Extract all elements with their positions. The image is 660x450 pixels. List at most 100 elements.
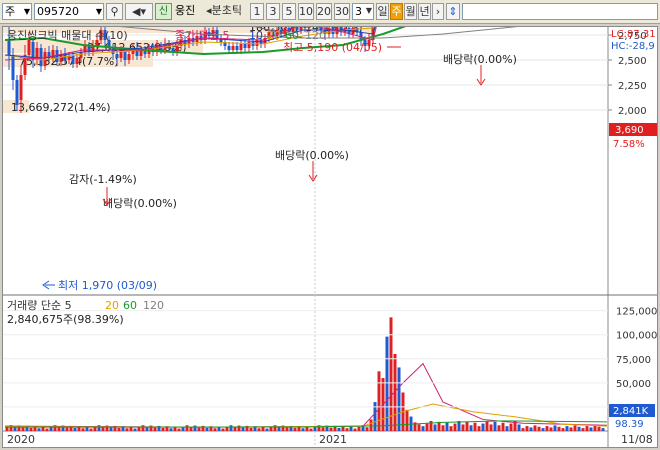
tick-tab-label: 분초틱: [211, 4, 242, 17]
candle-body: [111, 48, 115, 54]
stock-chart-svg: 132,433,698(13.5%)145,786,283(14.9%)289,…: [3, 0, 657, 447]
volume-bar: [221, 428, 225, 431]
volume-bar: [101, 427, 105, 431]
period-3[interactable]: 3: [266, 3, 280, 20]
volume-bar: [545, 426, 549, 431]
stock-chart: 132,433,698(13.5%)145,786,283(14.9%)289,…: [2, 0, 658, 448]
chevron-down-icon: ▼: [23, 7, 30, 16]
tick-tab[interactable]: ◂분초틱: [200, 3, 248, 20]
period-30[interactable]: 30: [334, 3, 350, 20]
volume-bar: [125, 428, 129, 431]
volume-bar: [473, 422, 477, 431]
volume-bar: [341, 426, 345, 431]
candle-body: [227, 46, 231, 50]
volume-bar: [377, 371, 381, 431]
candle-body: [243, 44, 247, 48]
candle-body: [175, 46, 179, 52]
candle-body: [127, 54, 131, 60]
volume-bar: [309, 428, 313, 431]
x-label-2020: 2020: [7, 433, 35, 446]
mode-month[interactable]: 월: [404, 3, 417, 20]
volume-bar: [273, 425, 277, 431]
mode-day[interactable]: 일: [376, 3, 389, 20]
vol-ma60-legend: 60: [123, 299, 137, 312]
volume-bar: [269, 426, 273, 431]
event-dividend-2: 배당락(0.00%): [275, 149, 349, 162]
candle-body: [123, 52, 127, 60]
speaker-button[interactable]: ◀▾: [125, 3, 153, 20]
candle-body: [71, 56, 75, 64]
lc-value: LC:87,31: [611, 29, 656, 40]
period-20[interactable]: 20: [316, 3, 332, 20]
volume-bar: [517, 424, 521, 431]
chevron-down-icon[interactable]: ▼: [364, 3, 374, 20]
vol-ma20-line: [4, 403, 608, 428]
volume-bar: [337, 427, 341, 431]
volume-bar: [213, 428, 217, 431]
company-name: 웅진: [173, 3, 199, 20]
volume-bar: [489, 424, 493, 431]
volume-bar: [569, 427, 573, 431]
volume-bar: [525, 426, 529, 431]
volume-bar: [21, 427, 25, 431]
volume-bar: [521, 428, 525, 431]
volume-bar: [533, 425, 537, 431]
volume-profile-label: 13,669,272(1.4%): [11, 101, 111, 114]
volume-bar: [405, 409, 409, 431]
volume-bar: [565, 426, 569, 431]
volume-bar: [369, 419, 373, 431]
volume-bar: [329, 427, 333, 431]
volume-bar: [549, 427, 553, 431]
volume-bar: [257, 428, 261, 431]
code-input[interactable]: 095720 ▼: [34, 3, 104, 20]
candle-body: [115, 54, 119, 58]
period-10[interactable]: 10: [298, 3, 314, 20]
volume-bar: [597, 426, 601, 431]
candle-body: [27, 40, 31, 55]
current-price: 3,690: [615, 125, 644, 136]
chevron-down-icon: ▼: [95, 7, 102, 16]
candle-body: [119, 52, 123, 58]
volume-bar: [285, 427, 289, 431]
volume-bar: [417, 424, 421, 431]
volume-bar: [29, 427, 33, 431]
memo-input[interactable]: [462, 3, 658, 20]
x-label-2021: 2021: [319, 433, 347, 446]
next-button[interactable]: ›: [432, 3, 444, 20]
candle-body: [231, 46, 235, 50]
volume-bar: [465, 421, 469, 431]
candle-body: [239, 44, 243, 50]
current-change: 7.58%: [613, 139, 645, 150]
volume-bar: [265, 428, 269, 431]
market-select[interactable]: 주 ▼: [2, 3, 32, 20]
volume-bar: [13, 427, 17, 431]
volume-bar: [237, 425, 241, 431]
volume-bar: [593, 425, 597, 431]
candle-body: [307, 20, 311, 28]
volume-bar: [233, 427, 237, 431]
volume-bar: [57, 427, 61, 431]
volume-bar: [453, 423, 457, 431]
price-panel-title: 웅진씽크빅 매물대 수(10): [7, 29, 128, 42]
code-value: 095720: [37, 5, 79, 18]
candle-body: [247, 42, 251, 48]
candle-body: [43, 52, 47, 66]
volume-bar: [481, 423, 485, 431]
ma20-legend: 20: [267, 29, 281, 42]
period-1[interactable]: 1: [250, 3, 264, 20]
mode-year[interactable]: 년: [418, 3, 431, 20]
volume-tick-label: 75,000: [616, 355, 651, 366]
volume-bar: [89, 428, 93, 431]
search-button[interactable]: ⚲: [106, 3, 123, 20]
volume-panel-title: 거래량 단순 5: [7, 299, 72, 312]
mode-week[interactable]: 주: [390, 3, 403, 20]
candle-body: [39, 48, 43, 66]
volume-bar: [45, 428, 49, 431]
volume-bar: [229, 425, 233, 431]
volume-bar: [505, 426, 509, 431]
period-5[interactable]: 5: [282, 3, 296, 20]
scroll-updown-button[interactable]: ⇕: [446, 3, 460, 20]
volume-bar: [177, 428, 181, 431]
event-capital-reduction: 감자(-1.49%): [69, 173, 137, 186]
volume-bar: [449, 426, 453, 431]
